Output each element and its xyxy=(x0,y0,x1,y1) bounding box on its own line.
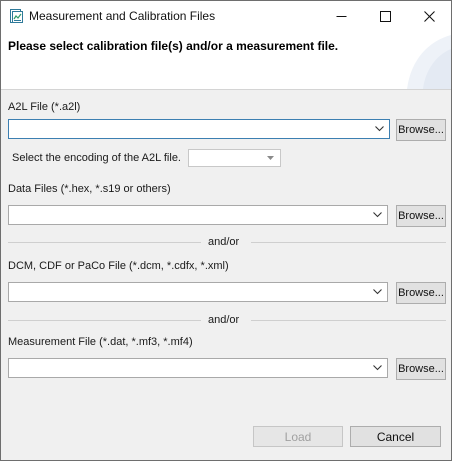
chevron-down-icon xyxy=(375,126,384,132)
dcm-file-combo[interactable] xyxy=(8,282,388,302)
encoding-label: Select the encoding of the A2L file. xyxy=(12,152,181,164)
minimize-button[interactable] xyxy=(319,1,363,31)
window-title: Measurement and Calibration Files xyxy=(29,9,216,23)
dcm-browse-button[interactable]: Browse... xyxy=(396,282,446,304)
chevron-down-icon xyxy=(373,365,382,371)
chevron-down-icon xyxy=(267,156,274,160)
measurement-label: Measurement File (*.dat, *.mf3, *.mf4) xyxy=(8,336,193,348)
encoding-combo[interactable] xyxy=(188,149,281,167)
load-button[interactable]: Load xyxy=(253,426,343,447)
header-banner: Please select calibration file(s) and/or… xyxy=(1,31,451,90)
a2l-label: A2L File (*.a2l) xyxy=(8,101,81,113)
banner-heading: Please select calibration file(s) and/or… xyxy=(8,39,339,53)
title-bar: Measurement and Calibration Files xyxy=(1,1,451,31)
banner-decoration-graphic xyxy=(407,35,451,89)
chevron-down-icon xyxy=(373,212,382,218)
a2l-file-combo[interactable] xyxy=(8,119,390,139)
separator-line xyxy=(251,242,446,243)
separator-line xyxy=(8,242,201,243)
maximize-icon xyxy=(379,10,391,22)
chevron-down-icon xyxy=(373,289,382,295)
maximize-button[interactable] xyxy=(363,1,407,31)
minimize-icon xyxy=(336,15,346,17)
separator-line xyxy=(8,320,201,321)
measurement-file-combo[interactable] xyxy=(8,358,388,378)
a2l-browse-button[interactable]: Browse... xyxy=(396,119,446,141)
dcm-label: DCM, CDF or PaCo File (*.dcm, *.cdfx, *.… xyxy=(8,260,229,272)
close-icon xyxy=(423,10,435,22)
and-or-separator: and/or xyxy=(208,236,240,248)
app-file-icon xyxy=(8,8,24,24)
data-files-combo[interactable] xyxy=(8,205,388,225)
close-button[interactable] xyxy=(407,1,451,31)
measurement-browse-button[interactable]: Browse... xyxy=(396,358,446,380)
separator-line xyxy=(251,320,446,321)
data-files-label: Data Files (*.hex, *.s19 or others) xyxy=(8,183,171,195)
dialog-window: Measurement and Calibration Files Please… xyxy=(0,0,452,461)
data-files-browse-button[interactable]: Browse... xyxy=(396,205,446,227)
and-or-separator: and/or xyxy=(208,314,240,326)
cancel-button[interactable]: Cancel xyxy=(350,426,441,447)
